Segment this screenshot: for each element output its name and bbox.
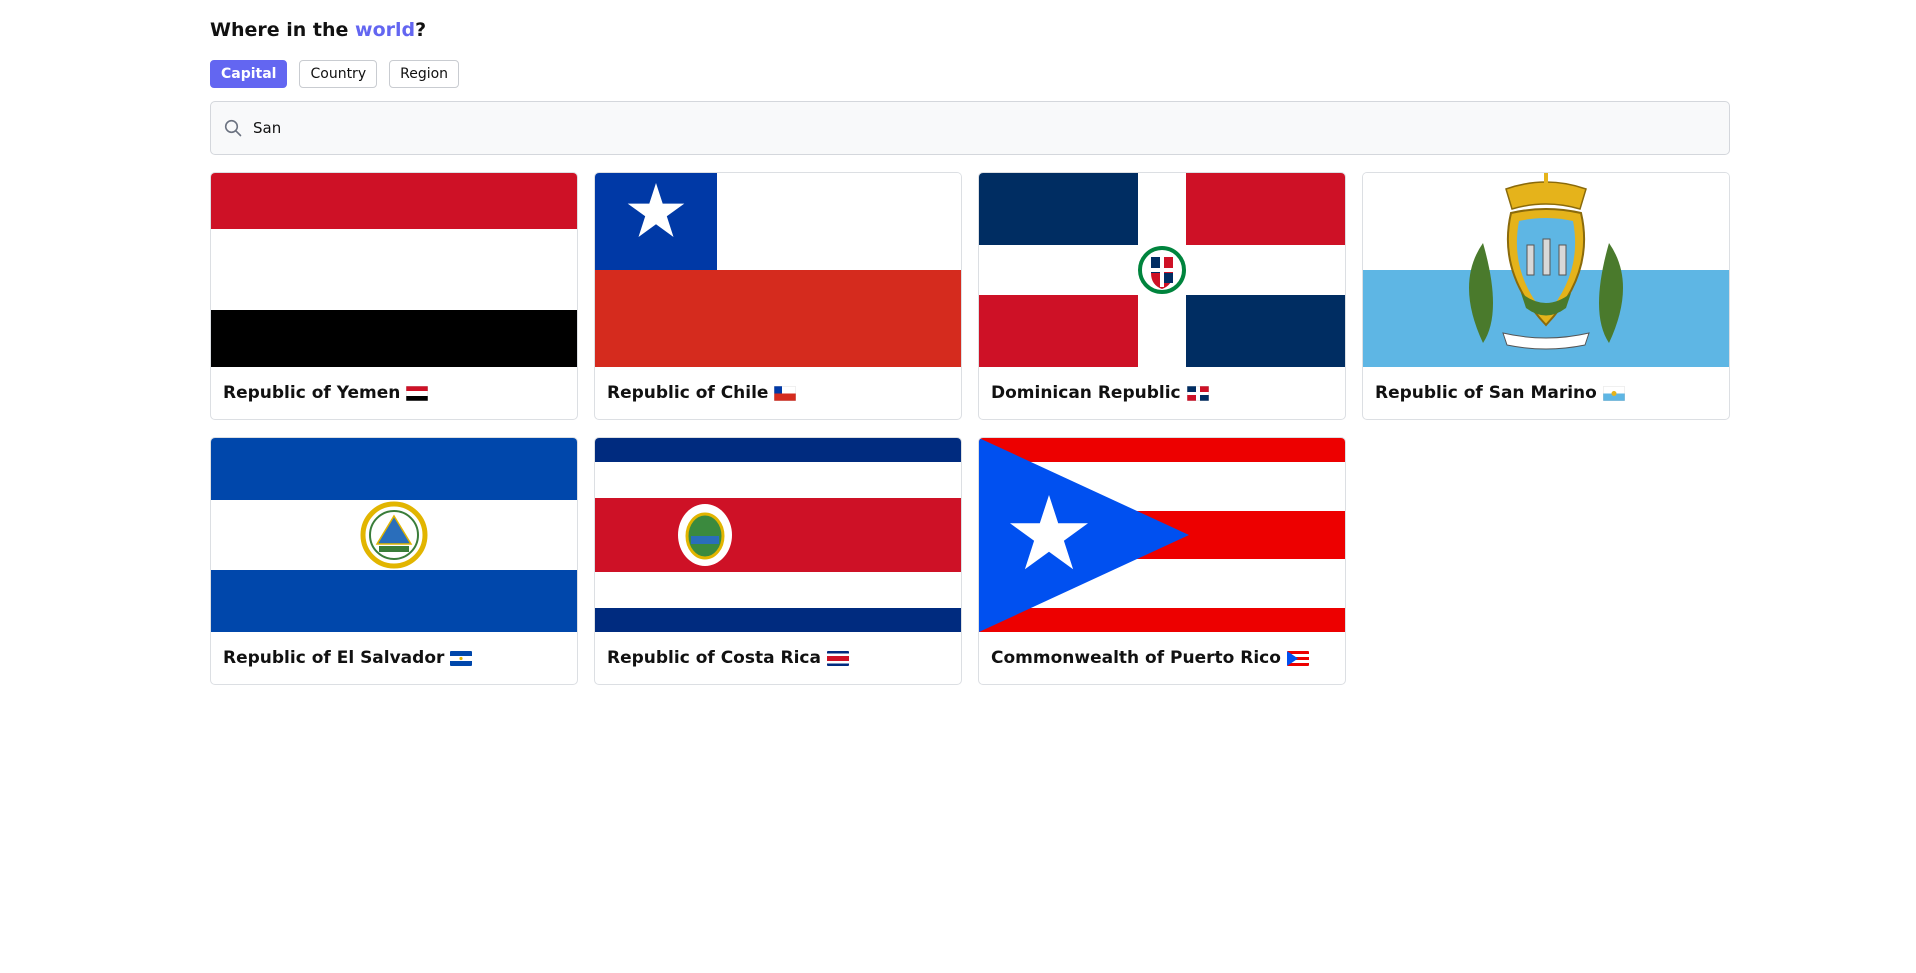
country-name-text: Republic of Costa Rica [607,648,821,668]
title-accent: world [355,19,416,41]
yemen-flag-image [211,173,577,367]
search-mode-filters: Capital Country Region [210,60,1730,88]
search-icon [224,119,242,137]
yemen-flag-icon [406,385,429,401]
country-name: Commonwealth of Puerto Rico [979,632,1345,684]
puerto-rico-flag-icon [1286,650,1309,666]
page-title: Where in the world? [210,0,1730,42]
puerto-rico-flag-image [979,438,1345,632]
dominican-republic-flag-image [979,173,1345,367]
title-prefix: Where in the [210,19,356,41]
costa-rica-flag-image [595,438,961,632]
country-name: Republic of San Marino [1363,367,1729,419]
search-input[interactable] [253,119,1729,137]
country-name: Republic of Chile [595,367,961,419]
country-card-san-marino[interactable]: Republic of San Marino [1362,172,1730,420]
filter-country-button[interactable]: Country [299,60,378,88]
costa-rica-flag-icon [826,650,849,666]
country-results-grid: Republic of Yemen Republic of Chile Domi… [210,172,1730,685]
country-name-text: Republic of Yemen [223,383,401,403]
country-card-yemen[interactable]: Republic of Yemen [210,172,578,420]
country-name-text: Republic of El Salvador [223,648,445,668]
search-box[interactable] [210,101,1730,155]
app-container: Where in the world? Capital Country Regi… [210,0,1730,685]
country-name: Republic of Yemen [211,367,577,419]
country-name-text: Republic of San Marino [1375,383,1597,403]
el-salvador-flag-image [211,438,577,632]
chile-flag-icon [774,385,797,401]
title-suffix: ? [415,19,427,41]
country-card-dominican-republic[interactable]: Dominican Republic [978,172,1346,420]
country-name-text: Dominican Republic [991,383,1181,403]
san-marino-flag-image [1363,173,1729,367]
country-card-puerto-rico[interactable]: Commonwealth of Puerto Rico [978,437,1346,685]
filter-capital-button[interactable]: Capital [210,60,288,88]
chile-flag-image [595,173,961,367]
san-marino-flag-icon [1602,385,1625,401]
dominican-republic-flag-icon [1186,385,1209,401]
country-name-text: Commonwealth of Puerto Rico [991,648,1281,668]
el-salvador-flag-icon [450,650,473,666]
country-card-el-salvador[interactable]: Republic of El Salvador [210,437,578,685]
country-card-costa-rica[interactable]: Republic of Costa Rica [594,437,962,685]
country-name-text: Republic of Chile [607,383,769,403]
country-card-chile[interactable]: Republic of Chile [594,172,962,420]
country-name: Dominican Republic [979,367,1345,419]
country-name: Republic of El Salvador [211,632,577,684]
filter-region-button[interactable]: Region [389,60,460,88]
country-name: Republic of Costa Rica [595,632,961,684]
